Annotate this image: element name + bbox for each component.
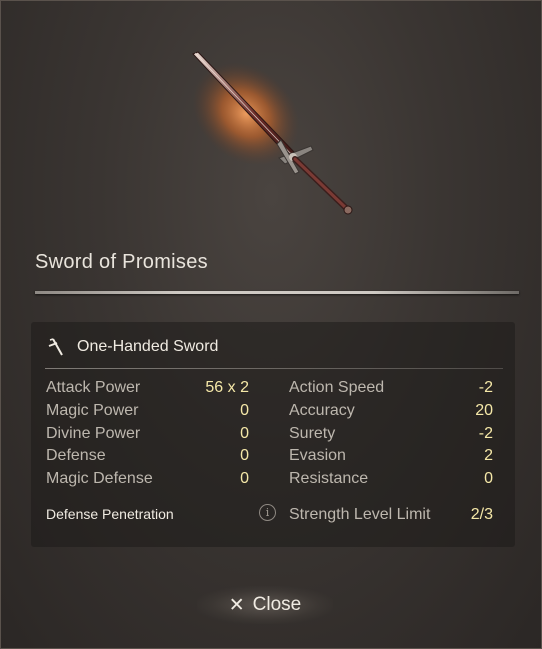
item-detail-dialog: Sword of Promises One-Handed Sword Attac… bbox=[0, 0, 542, 649]
stat-value: 0 bbox=[484, 470, 493, 487]
close-label: Close bbox=[252, 594, 302, 615]
x-icon: ✕ bbox=[228, 594, 245, 616]
defense-penetration-row: Defense Penetration bbox=[46, 506, 174, 522]
type-divider bbox=[45, 368, 503, 369]
stat-label: Magic Defense bbox=[46, 470, 153, 487]
stat-strength-level-limit: Strength Level Limit 2/3 bbox=[289, 504, 493, 526]
stat-label: Strength Level Limit bbox=[289, 506, 431, 523]
stat-surety: Surety -2 bbox=[289, 423, 493, 445]
info-icon[interactable]: i bbox=[259, 504, 276, 521]
stat-resistance: Resistance 0 bbox=[289, 468, 493, 490]
stat-defense: Defense 0 bbox=[46, 445, 249, 467]
stat-accuracy: Accuracy 20 bbox=[289, 400, 493, 422]
stat-label: Attack Power bbox=[46, 379, 141, 396]
sword-artwork bbox=[192, 51, 353, 215]
stat-action-speed: Action Speed -2 bbox=[289, 377, 493, 399]
stat-label: Surety bbox=[289, 425, 336, 442]
stat-value: 2/3 bbox=[470, 506, 493, 523]
stat-value: 0 bbox=[240, 447, 249, 464]
stat-label: Resistance bbox=[289, 470, 369, 487]
stat-divine-power: Divine Power 0 bbox=[46, 423, 249, 445]
stat-label: Divine Power bbox=[46, 425, 141, 442]
stat-magic-defense: Magic Defense 0 bbox=[46, 468, 249, 490]
stat-value: 0 bbox=[240, 470, 249, 487]
stat-value: 0 bbox=[240, 402, 249, 419]
stat-value: -2 bbox=[478, 379, 493, 396]
stat-value: 2 bbox=[484, 447, 493, 464]
stat-label: Defense bbox=[46, 447, 106, 464]
weapon-type-header: One-Handed Sword bbox=[47, 337, 218, 357]
stat-label: Action Speed bbox=[289, 379, 385, 396]
stat-label: Accuracy bbox=[289, 402, 355, 419]
stat-label: Magic Power bbox=[46, 402, 139, 419]
weapon-type-label: One-Handed Sword bbox=[77, 338, 219, 355]
close-button[interactable]: ✕ Close bbox=[197, 586, 333, 624]
stat-value: -2 bbox=[478, 425, 493, 442]
stat-label: Evasion bbox=[289, 447, 346, 464]
stat-attack-power: Attack Power 56 x 2 bbox=[46, 377, 249, 399]
stat-magic-power: Magic Power 0 bbox=[46, 400, 249, 422]
stats-panel: One-Handed Sword Attack Power 56 x 2 Mag… bbox=[31, 322, 515, 547]
sword-icon bbox=[48, 338, 63, 356]
stat-value: 0 bbox=[240, 425, 249, 442]
stat-value: 20 bbox=[475, 402, 493, 419]
defense-penetration-label: Defense Penetration bbox=[46, 506, 174, 522]
stat-value: 56 x 2 bbox=[205, 379, 249, 396]
stat-evasion: Evasion 2 bbox=[289, 445, 493, 467]
title-divider bbox=[35, 291, 519, 294]
item-name: Sword of Promises bbox=[35, 251, 208, 273]
